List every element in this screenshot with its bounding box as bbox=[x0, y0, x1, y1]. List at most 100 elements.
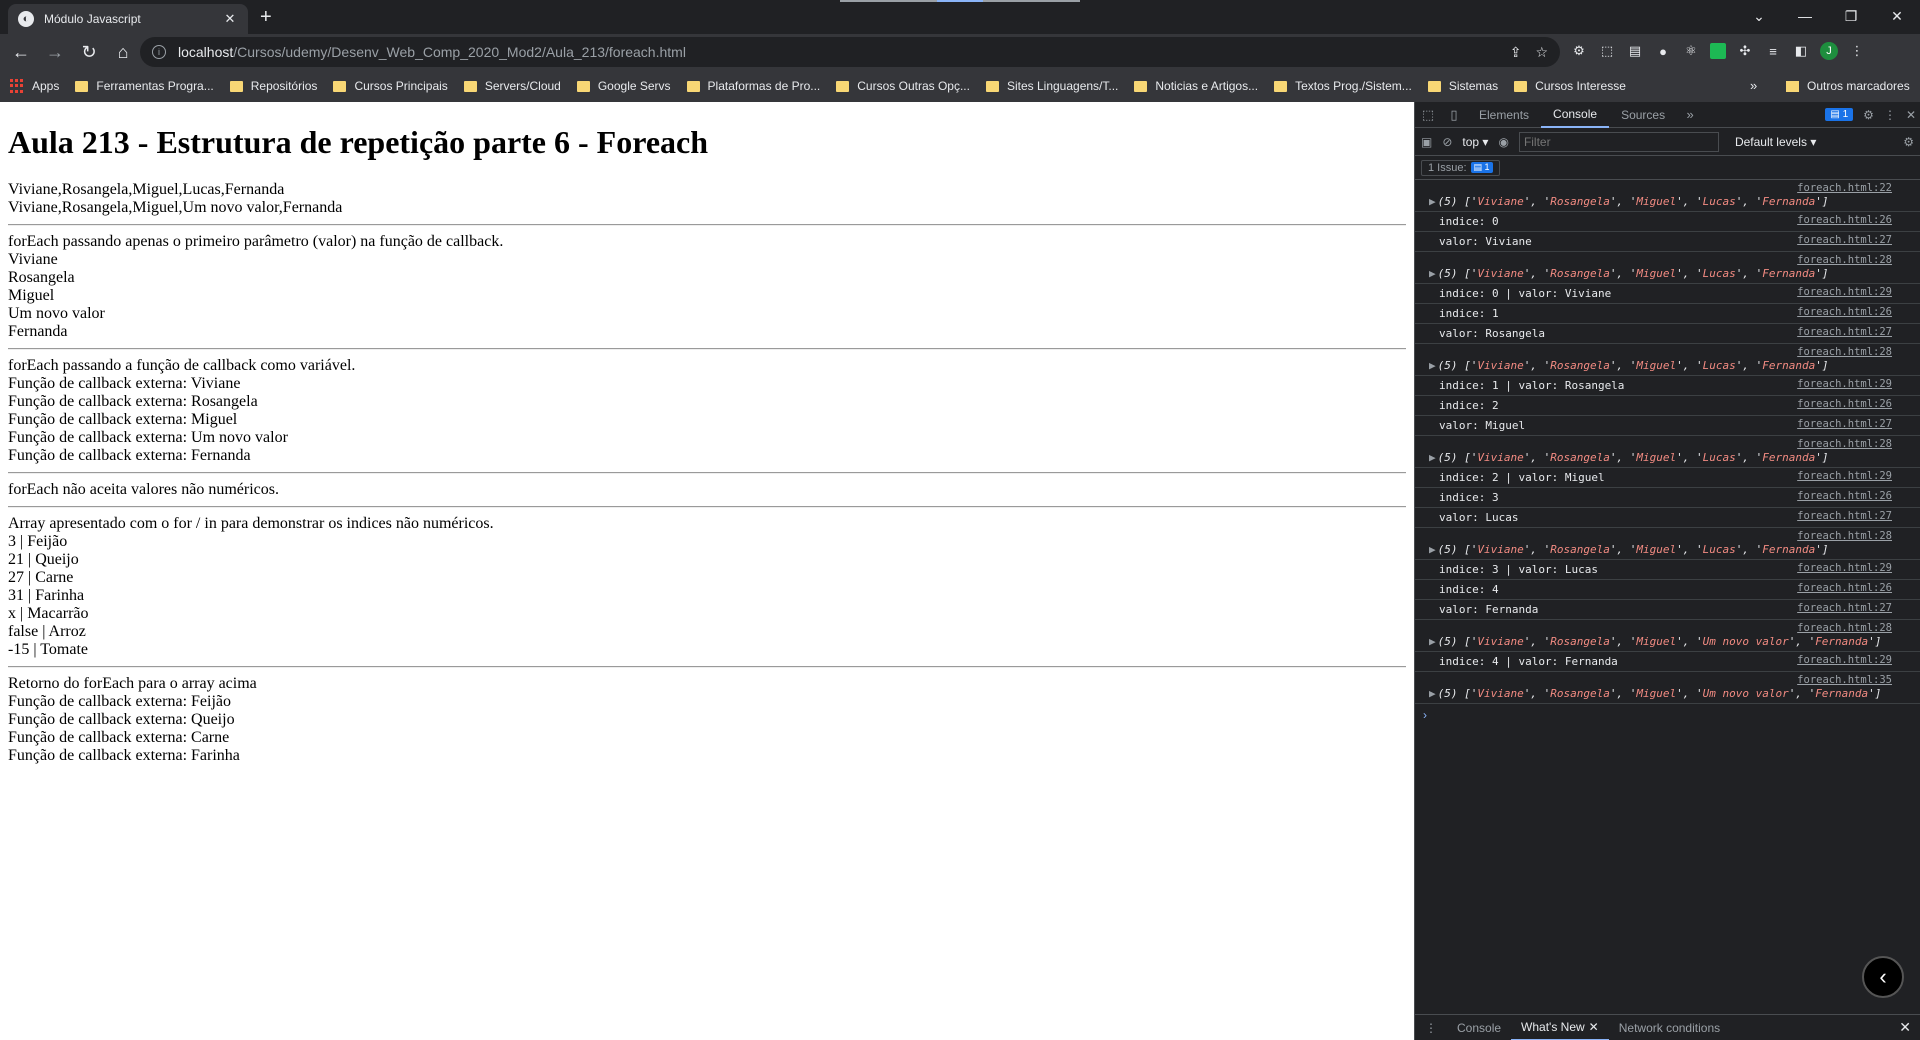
source-link[interactable]: foreach.html:27 bbox=[1797, 510, 1892, 522]
console-array-entry[interactable]: foreach.html:28 ▶ (5) ['Viviane', 'Rosange… bbox=[1415, 252, 1920, 284]
tab-elements[interactable]: Elements bbox=[1467, 102, 1541, 128]
side-panel-icon[interactable]: ◧ bbox=[1792, 42, 1810, 60]
drawer-close-icon[interactable]: ✕ bbox=[1899, 1019, 1911, 1036]
console-filter-input[interactable] bbox=[1518, 131, 1719, 152]
source-link[interactable]: foreach.html:26 bbox=[1797, 306, 1892, 318]
extension-green-icon[interactable] bbox=[1710, 43, 1726, 59]
tab-console[interactable]: Console bbox=[1541, 102, 1610, 128]
source-link[interactable]: foreach.html:27 bbox=[1797, 418, 1892, 430]
other-bookmarks[interactable]: Outros marcadores bbox=[1786, 70, 1910, 102]
device-toolbar-icon[interactable]: ▯ bbox=[1441, 107, 1467, 123]
source-link[interactable]: foreach.html:29 bbox=[1797, 654, 1892, 666]
drawer-menu-icon[interactable]: ⋮ bbox=[1415, 1015, 1447, 1040]
expand-triangle-icon[interactable]: ▶ bbox=[1429, 543, 1436, 556]
issues-badge[interactable]: ▤ 1 bbox=[1825, 108, 1854, 121]
source-link[interactable]: foreach.html:27 bbox=[1797, 602, 1892, 614]
source-link[interactable]: foreach.html:29 bbox=[1797, 378, 1892, 390]
back-button[interactable]: ← bbox=[4, 35, 38, 69]
sidebar-toggle-icon[interactable]: ▣ bbox=[1421, 135, 1432, 149]
source-link[interactable]: foreach.html:22 bbox=[1797, 182, 1892, 194]
bookmark-folder[interactable]: Cursos Principais bbox=[333, 79, 448, 93]
console-array-entry[interactable]: foreach.html:28 ▶ (5) ['Viviane', 'Rosange… bbox=[1415, 436, 1920, 468]
tab-close-icon[interactable]: ✕ bbox=[222, 11, 238, 27]
reload-button[interactable]: ↻ bbox=[72, 35, 106, 69]
console-array-entry[interactable]: foreach.html:28 ▶ (5) ['Viviane', 'Rosange… bbox=[1415, 528, 1920, 560]
bookmark-folder[interactable]: Ferramentas Progra... bbox=[75, 79, 214, 93]
issues-link[interactable]: 1 Issue: ▤ 1 bbox=[1421, 159, 1500, 176]
inspect-element-icon[interactable]: ⬚ bbox=[1415, 107, 1441, 123]
bookmark-folder[interactable]: Google Servs bbox=[576, 79, 671, 93]
menu-kebab-icon[interactable]: ⋮ bbox=[1848, 42, 1866, 60]
bookmark-folder[interactable]: Sistemas bbox=[1427, 79, 1498, 93]
floating-back-button[interactable]: ‹ bbox=[1862, 956, 1904, 998]
console-array-entry[interactable]: foreach.html:22 ▶ (5) ['Viviane', 'Rosange… bbox=[1415, 180, 1920, 212]
info-icon[interactable]: i bbox=[152, 45, 166, 59]
home-button[interactable]: ⌂ bbox=[106, 35, 140, 69]
source-link[interactable]: foreach.html:28 bbox=[1797, 438, 1892, 450]
source-link[interactable]: foreach.html:28 bbox=[1797, 346, 1892, 358]
extension-screenshot-icon[interactable]: ⬚ bbox=[1598, 42, 1616, 60]
bookmark-folder[interactable]: Sites Linguagens/T... bbox=[985, 79, 1118, 93]
restore-button[interactable]: ❐ bbox=[1828, 0, 1874, 32]
tab-search-icon[interactable]: ⌄ bbox=[1736, 0, 1782, 32]
close-window-button[interactable]: ✕ bbox=[1874, 0, 1920, 32]
expand-triangle-icon[interactable]: ▶ bbox=[1429, 195, 1436, 208]
expand-triangle-icon[interactable]: ▶ bbox=[1429, 635, 1436, 648]
new-tab-button[interactable]: + bbox=[260, 6, 272, 29]
tab-sources[interactable]: Sources bbox=[1609, 102, 1677, 128]
extension-gear-icon[interactable]: ⚙ bbox=[1570, 42, 1588, 60]
console-array-entry[interactable]: foreach.html:28 ▶ (5) ['Viviane', 'Rosange… bbox=[1415, 344, 1920, 376]
source-link[interactable]: foreach.html:35 bbox=[1797, 674, 1892, 686]
bookmark-folder[interactable]: Repositórios bbox=[229, 79, 317, 93]
close-tab-icon[interactable]: ✕ bbox=[1589, 1020, 1599, 1034]
drawer-tab-whats-new[interactable]: What's New ✕ bbox=[1511, 1015, 1609, 1040]
source-link[interactable]: foreach.html:29 bbox=[1797, 470, 1892, 482]
expand-triangle-icon[interactable]: ▶ bbox=[1429, 451, 1436, 464]
bookmarks-overflow-button[interactable]: » bbox=[1750, 78, 1757, 93]
context-select[interactable]: top ▾ bbox=[1462, 135, 1488, 149]
drawer-tab-console[interactable]: Console bbox=[1447, 1015, 1511, 1040]
extension-translate-icon[interactable]: ▤ bbox=[1626, 42, 1644, 60]
browser-tab[interactable]: ◐ Módulo Javascript ✕ bbox=[8, 4, 248, 34]
expand-triangle-icon[interactable]: ▶ bbox=[1429, 267, 1436, 280]
media-control-icon[interactable]: ≡ bbox=[1764, 42, 1782, 60]
clear-console-icon[interactable]: ⊘ bbox=[1442, 135, 1452, 149]
profile-avatar[interactable]: J bbox=[1820, 42, 1838, 60]
source-link[interactable]: foreach.html:26 bbox=[1797, 398, 1892, 410]
devtools-menu-icon[interactable]: ⋮ bbox=[1884, 108, 1896, 122]
source-link[interactable]: foreach.html:28 bbox=[1797, 622, 1892, 634]
address-bar[interactable]: i localhost /Cursos/udemy/Desenv_Web_Com… bbox=[140, 37, 1560, 67]
extensions-puzzle-icon[interactable]: ✣ bbox=[1736, 42, 1754, 60]
console-array-entry[interactable]: foreach.html:28 ▶ (5) ['Viviane', 'Rosange… bbox=[1415, 620, 1920, 652]
expand-triangle-icon[interactable]: ▶ bbox=[1429, 359, 1436, 372]
source-link[interactable]: foreach.html:26 bbox=[1797, 582, 1892, 594]
source-link[interactable]: foreach.html:27 bbox=[1797, 234, 1892, 246]
extension-circle-icon[interactable]: ● bbox=[1654, 42, 1672, 60]
source-link[interactable]: foreach.html:29 bbox=[1797, 562, 1892, 574]
bookmark-apps[interactable]: Apps bbox=[10, 79, 59, 93]
drawer-tab-network-conditions[interactable]: Network conditions bbox=[1609, 1015, 1730, 1040]
console-prompt[interactable]: › bbox=[1415, 704, 1920, 726]
source-link[interactable]: foreach.html:27 bbox=[1797, 326, 1892, 338]
bookmark-folder[interactable]: Cursos Interesse bbox=[1514, 79, 1626, 93]
console-array-entry[interactable]: foreach.html:35 ▶ (5) ['Viviane', 'Rosange… bbox=[1415, 672, 1920, 704]
source-link[interactable]: foreach.html:28 bbox=[1797, 254, 1892, 266]
settings-gear-icon[interactable]: ⚙ bbox=[1863, 108, 1874, 122]
live-expression-eye-icon[interactable]: ◉ bbox=[1498, 135, 1508, 149]
extension-react-icon[interactable]: ⚛ bbox=[1682, 42, 1700, 60]
bookmark-star-icon[interactable]: ☆ bbox=[1535, 44, 1548, 61]
bookmark-folder[interactable]: Cursos Outras Opç... bbox=[836, 79, 970, 93]
bookmark-folder[interactable]: Plataformas de Pro... bbox=[686, 79, 820, 93]
log-levels-select[interactable]: Default levels ▾ bbox=[1735, 135, 1816, 149]
source-link[interactable]: foreach.html:26 bbox=[1797, 214, 1892, 226]
bookmark-folder[interactable]: Textos Prog./Sistem... bbox=[1274, 79, 1412, 93]
bookmark-folder[interactable]: Noticias e Artigos... bbox=[1134, 79, 1258, 93]
more-tabs-icon[interactable]: » bbox=[1677, 107, 1703, 122]
source-link[interactable]: foreach.html:26 bbox=[1797, 490, 1892, 502]
minimize-button[interactable]: — bbox=[1782, 0, 1828, 32]
console-settings-icon[interactable]: ⚙ bbox=[1903, 135, 1914, 149]
source-link[interactable]: foreach.html:28 bbox=[1797, 530, 1892, 542]
expand-triangle-icon[interactable]: ▶ bbox=[1429, 687, 1436, 700]
bookmark-folder[interactable]: Servers/Cloud bbox=[463, 79, 561, 93]
share-icon[interactable]: ⇪ bbox=[1510, 44, 1522, 61]
